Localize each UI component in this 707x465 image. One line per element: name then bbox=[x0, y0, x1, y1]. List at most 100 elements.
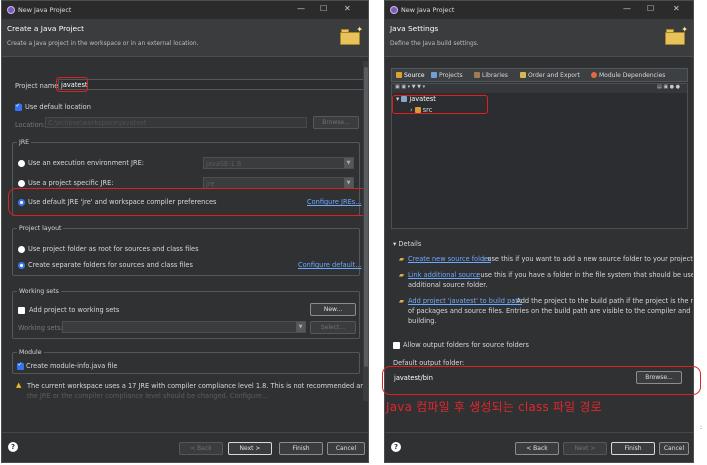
minimize-icon[interactable]: — bbox=[623, 4, 631, 14]
project-name-highlight bbox=[56, 77, 88, 92]
module-group-label: Module bbox=[17, 349, 44, 356]
vertical-scrollbar[interactable] bbox=[363, 61, 368, 401]
allow-output-folders-label: Allow output folders for source folders bbox=[403, 341, 529, 349]
eclipse-icon bbox=[390, 6, 398, 14]
link-additional-source-desc2: additional source folder. bbox=[408, 281, 488, 289]
output-path-annotation: Java 컴파일 후 생성되는 class 파일 경로 bbox=[386, 400, 602, 414]
wizard-header: Java Settings Define the Java build sett… bbox=[385, 19, 693, 57]
next-button[interactable]: Next > bbox=[563, 442, 607, 455]
wizard-description: Create a Java project in the workspace o… bbox=[7, 41, 199, 47]
create-module-info-checkbox[interactable] bbox=[17, 361, 24, 370]
add-project-to-build-path-desc: : Add the project to the build path if t… bbox=[512, 297, 694, 305]
tab-module-dependencies[interactable]: Module Dependencies bbox=[591, 72, 665, 79]
allow-output-folders-checkbox[interactable] bbox=[393, 342, 400, 349]
browse-location-button[interactable]: Browse... bbox=[313, 116, 359, 129]
project-name-input[interactable]: javatest bbox=[58, 79, 364, 90]
layout-separate-radio[interactable] bbox=[18, 262, 25, 269]
location-input[interactable]: C:\eclipse\workspace\javatest bbox=[45, 117, 307, 128]
output-folder-highlight bbox=[382, 366, 701, 395]
tree-toolbar-icons[interactable]: ▣ ▣ ▾ ▼ ▼ ▾ bbox=[395, 84, 425, 90]
wizard-title: Java Settings bbox=[390, 24, 439, 33]
jre-default-highlight bbox=[8, 188, 368, 216]
create-new-source-folder-link[interactable]: Create new source folder bbox=[408, 255, 491, 263]
tab-projects[interactable]: Projects bbox=[431, 72, 463, 79]
trailing-mark: : bbox=[700, 424, 703, 431]
jre-project-specific-radio[interactable] bbox=[18, 180, 25, 187]
new-working-set-button[interactable]: New... bbox=[310, 303, 356, 316]
source-icon bbox=[396, 72, 402, 78]
jre-exec-env-select[interactable]: JavaSE-1.8 ▼ bbox=[203, 157, 354, 169]
new-folder-icon: ▰ bbox=[399, 255, 405, 263]
add-project-to-build-path-desc2: of packages and source files. Entries on… bbox=[408, 307, 694, 315]
libraries-icon bbox=[474, 72, 480, 78]
close-icon[interactable]: ✕ bbox=[673, 4, 680, 14]
select-working-sets-button[interactable]: Select... bbox=[310, 321, 356, 334]
use-default-location-label: Use default location bbox=[25, 103, 91, 111]
module-icon bbox=[591, 72, 597, 78]
cancel-button[interactable]: Cancel bbox=[659, 442, 689, 455]
minimize-icon[interactable]: — bbox=[297, 4, 305, 14]
location-label: Location: bbox=[15, 121, 46, 129]
working-sets-label: Working sets: bbox=[18, 324, 63, 332]
finish-button[interactable]: Finish bbox=[611, 442, 655, 455]
warning-text-line2: the JRE or the compiler compliance level… bbox=[27, 392, 269, 400]
wizard-description: Define the Java build settings. bbox=[390, 41, 479, 47]
back-button[interactable]: < Back bbox=[179, 442, 223, 455]
scrollbar-thumb[interactable] bbox=[364, 67, 368, 367]
help-icon[interactable]: ? bbox=[8, 442, 18, 452]
project-name-label: Project name: bbox=[15, 82, 61, 90]
tab-source[interactable]: Source bbox=[396, 72, 425, 79]
warning-text-line1: The current workspace uses a 17 JRE with… bbox=[27, 382, 369, 390]
back-button[interactable]: < Back bbox=[515, 442, 559, 455]
new-project-folder-icon: ✦ bbox=[340, 25, 363, 46]
close-icon[interactable]: ✕ bbox=[344, 4, 351, 14]
window-title: New Java Project bbox=[401, 6, 455, 14]
eclipse-icon bbox=[7, 6, 15, 14]
title-bar: New Java Project — ☐ ✕ bbox=[385, 1, 693, 19]
jre-exec-env-label: Use an execution environment JRE: bbox=[28, 159, 144, 167]
use-default-location-checkbox[interactable] bbox=[15, 102, 22, 111]
working-sets-select[interactable]: ▼ bbox=[62, 321, 306, 333]
chevron-down-icon: ▼ bbox=[296, 322, 305, 332]
layout-separate-label: Create separate folders for sources and … bbox=[28, 261, 193, 269]
tab-libraries[interactable]: Libraries bbox=[474, 72, 508, 79]
new-project-folder-icon: ✦ bbox=[665, 25, 688, 46]
new-java-project-window-left: New Java Project — ☐ ✕ Create a Java Pro… bbox=[1, 0, 369, 463]
next-button[interactable]: Next > bbox=[228, 442, 272, 455]
working-sets-group-label: Working sets bbox=[17, 288, 61, 295]
chevron-down-icon: ▼ bbox=[344, 158, 353, 168]
help-icon[interactable]: ? bbox=[391, 442, 401, 452]
jre-exec-env-radio[interactable] bbox=[18, 160, 25, 167]
create-module-info-label: Create module-info.java file bbox=[26, 362, 118, 370]
jre-exec-env-value: JavaSE-1.8 bbox=[206, 160, 242, 168]
tree-toolbar: ▣ ▣ ▾ ▼ ▼ ▾ ▤ ▣ ● ● bbox=[392, 84, 687, 93]
warning-icon: ▲ bbox=[16, 381, 22, 389]
maximize-icon[interactable]: ☐ bbox=[320, 4, 327, 14]
finish-button[interactable]: Finish bbox=[279, 442, 323, 455]
link-folder-icon: ▰ bbox=[399, 271, 405, 279]
details-toggle[interactable]: ▾ Details bbox=[393, 240, 421, 248]
chevron-down-icon: ▼ bbox=[344, 178, 353, 188]
add-project-to-build-path-desc3: building. bbox=[408, 317, 437, 325]
wizard-footer: ? < Back Next > Finish Cancel bbox=[385, 432, 693, 462]
jre-group-label: JRE bbox=[17, 139, 32, 146]
window-title: New Java Project bbox=[18, 6, 72, 14]
add-to-working-sets-label: Add project to working sets bbox=[29, 306, 120, 314]
view-menu-icons[interactable]: ▤ ▣ ● ● bbox=[657, 84, 680, 90]
link-additional-source-link[interactable]: Link additional source bbox=[408, 271, 480, 279]
add-project-to-build-path-link[interactable]: Add project 'javatest' to build path bbox=[408, 297, 522, 305]
configure-default-link[interactable]: Configure default... bbox=[298, 261, 362, 269]
project-layout-group-label: Project layout bbox=[17, 225, 64, 232]
link-additional-source-desc: : use this if you have a folder in the f… bbox=[476, 271, 694, 279]
layout-root-radio[interactable] bbox=[18, 246, 25, 253]
add-to-path-icon: ▰ bbox=[399, 297, 405, 305]
create-new-source-folder-desc: : use this if you want to add a new sour… bbox=[483, 255, 694, 263]
tree-project-highlight bbox=[392, 95, 488, 114]
maximize-icon[interactable]: ☐ bbox=[647, 4, 654, 14]
jre-project-specific-label: Use a project specific JRE: bbox=[28, 179, 114, 187]
cancel-button[interactable]: Cancel bbox=[327, 442, 365, 455]
add-to-working-sets-checkbox[interactable] bbox=[18, 307, 25, 314]
wizard-footer: ? < Back Next > Finish Cancel bbox=[2, 432, 368, 462]
tab-order-export[interactable]: Order and Export bbox=[520, 72, 580, 79]
settings-tabs: Source Projects Libraries Order and Expo… bbox=[391, 68, 688, 82]
